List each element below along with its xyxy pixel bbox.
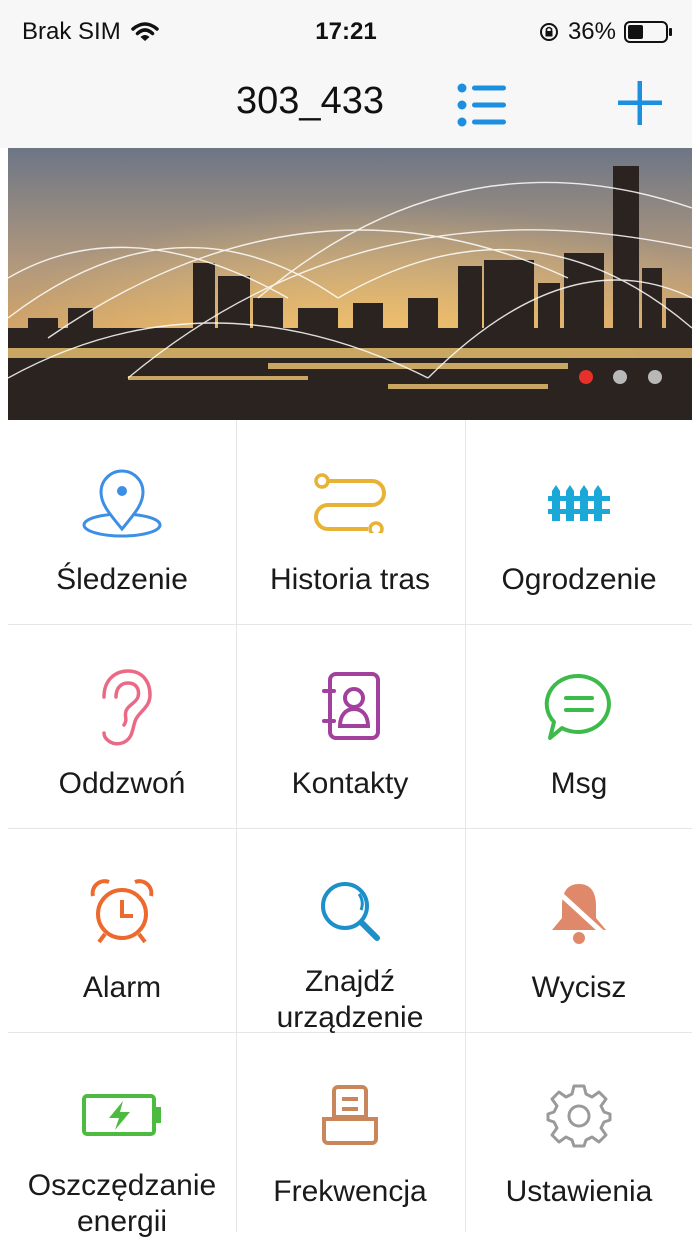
menu-item-label: Ogrodzenie (501, 563, 657, 596)
alarm-clock-icon (90, 879, 154, 944)
nav-bar: 303_433 (0, 62, 692, 148)
menu-item-label: Historia tras (269, 563, 431, 596)
carousel-dot-3[interactable] (648, 370, 662, 384)
menu-item-find-device[interactable]: Znajdź urządzenie (236, 828, 464, 1034)
orientation-lock-icon (539, 23, 558, 41)
menu-item-label: Oszczędzanie energii (27, 1169, 217, 1238)
bell-off-icon (552, 884, 606, 944)
menu-item-settings[interactable]: Ustawienia (465, 1032, 692, 1236)
carousel-dot-1[interactable] (579, 370, 593, 384)
menu-item-label: Msg (550, 767, 608, 800)
list-icon[interactable] (455, 80, 509, 130)
status-right: 36% (538, 18, 674, 46)
location-pin-icon (82, 469, 162, 538)
menu-item-label: Alarm (82, 971, 162, 1004)
menu-item-fence[interactable]: Ogrodzenie (465, 420, 692, 624)
menu-item-attendance[interactable]: Frekwencja (236, 1032, 464, 1236)
menu-item-alarm[interactable]: Alarm (8, 828, 236, 1032)
menu-item-label: Wycisz (531, 971, 627, 1004)
banner-carousel[interactable] (8, 148, 692, 420)
ear-icon (102, 669, 152, 746)
battery-status-icon (624, 21, 672, 43)
menu-item-power-saving[interactable]: Oszczędzanie energii (8, 1032, 236, 1238)
carousel-dot-2[interactable] (613, 370, 627, 384)
menu-item-label: Oddzwoń (58, 767, 186, 800)
battery-percent: 36% (567, 18, 616, 45)
device-title[interactable]: 303_433 (0, 80, 620, 123)
menu-item-label: Śledzenie (56, 563, 188, 596)
menu-item-route-history[interactable]: Historia tras (236, 420, 464, 624)
contacts-icon (322, 672, 380, 740)
menu-item-label: Frekwencja (273, 1175, 427, 1208)
message-icon (544, 673, 611, 740)
menu-item-contacts[interactable]: Kontakty (236, 624, 464, 828)
menu-item-label: Ustawienia (505, 1175, 653, 1208)
fence-icon (548, 485, 610, 521)
menu-item-callback[interactable]: Oddzwoń (8, 624, 236, 828)
menu-item-label: Kontakty (291, 767, 409, 800)
route-history-icon (314, 473, 386, 533)
attendance-icon (322, 1085, 378, 1145)
gear-icon (546, 1084, 612, 1148)
menu-item-tracking[interactable]: Śledzenie (8, 420, 236, 624)
menu-item-mute[interactable]: Wycisz (465, 828, 692, 1032)
menu-grid: Śledzenie Historia tras Ogrodzenie Oddzw… (8, 420, 692, 1238)
search-icon (321, 882, 380, 941)
plus-icon[interactable] (615, 78, 665, 128)
battery-icon (82, 1094, 161, 1136)
status-bar: Brak SIM 17:21 36% (0, 0, 692, 62)
menu-item-msg[interactable]: Msg (465, 624, 692, 828)
menu-item-label: Znajdź urządzenie (276, 965, 424, 1034)
